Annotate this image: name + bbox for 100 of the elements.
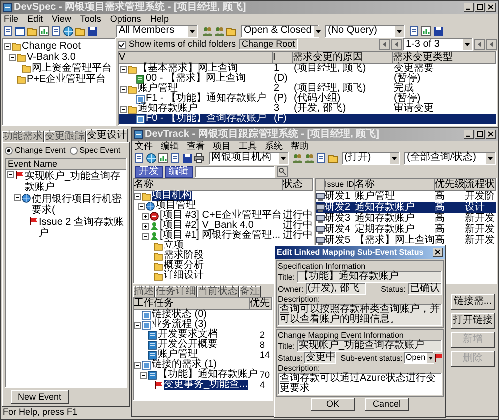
menu-item[interactable]: 编辑: [161, 141, 179, 151]
document-icon[interactable]: [3, 26, 14, 36]
menu-item[interactable]: 查看: [187, 141, 205, 151]
column-header[interactable]: 名称: [355, 179, 435, 190]
new-event-button[interactable]: New Event: [11, 390, 69, 404]
menu-item[interactable]: Options: [110, 14, 142, 24]
dialog-button[interactable]: OK: [311, 398, 355, 411]
table-row[interactable]: 【基本需求】网上查询 1 (项目经理, 顾飞) 变更需要: [119, 64, 496, 74]
tree-item[interactable]: [项目 #1] 网银行资金管理...: [160, 231, 281, 241]
menu-item[interactable]: File: [4, 14, 19, 24]
menu-item[interactable]: 文件: [135, 141, 153, 151]
document-icon[interactable]: [51, 26, 62, 36]
task-item[interactable]: 开发公开概要: [158, 340, 218, 350]
column-header[interactable]: 需求变更类型: [393, 52, 496, 63]
expand-icon[interactable]: [142, 212, 149, 220]
menu-item[interactable]: 工具: [239, 141, 257, 151]
tree-item[interactable]: 概要分析: [164, 261, 204, 271]
tab[interactable]: 当前状态: [197, 286, 239, 297]
collapse-icon[interactable]: [14, 194, 21, 201]
expand-icon[interactable]: [142, 222, 149, 230]
column-header[interactable]: 优先: [250, 298, 272, 309]
collapse-icon[interactable]: [134, 322, 141, 328]
folder-icon[interactable]: [328, 152, 339, 164]
tab[interactable]: 功能需求: [2, 131, 44, 142]
tree-item[interactable]: 需求阶段: [164, 251, 204, 261]
menu-item[interactable]: Help: [150, 14, 169, 24]
side-button[interactable]: 打开链接: [451, 313, 495, 329]
tab[interactable]: 备注: [239, 286, 261, 297]
caret-icon[interactable]: [395, 26, 404, 36]
task-item[interactable]: 链接的需求 (1): [152, 360, 217, 370]
collapse-icon[interactable]: [120, 66, 127, 72]
task-item[interactable]: 开发要求文档: [158, 330, 218, 340]
tree-item[interactable]: 项目机构: [152, 191, 192, 201]
save-icon[interactable]: [87, 26, 98, 36]
tree-item[interactable]: [项目 #2] V_Bank 4.0: [160, 221, 254, 231]
event-item[interactable]: 使用银行项目行机密要求(: [32, 194, 126, 216]
users-icon[interactable]: [214, 26, 225, 36]
collapse-icon[interactable]: [120, 86, 127, 92]
issue-row[interactable]: 研发5 【需求】网上查询高 新开发: [316, 235, 496, 246]
tab[interactable]: 描述: [133, 286, 155, 297]
chart-icon[interactable]: [39, 26, 50, 36]
column-header[interactable]: 状态: [283, 179, 313, 190]
collapse-icon[interactable]: [134, 362, 141, 368]
project-dropdown[interactable]: 网银项目机构: [208, 152, 289, 164]
caret-icon[interactable]: [426, 353, 435, 363]
dialog-button[interactable]: Cancel: [365, 398, 409, 411]
tab[interactable]: 变更设计: [86, 129, 128, 142]
description-field[interactable]: 查询可以按照存款种类查询账户，并可以查看账户的明细信息。: [278, 304, 442, 326]
radio-button[interactable]: [5, 146, 13, 154]
chart-icon[interactable]: [158, 152, 169, 164]
query-dropdown[interactable]: (No Query): [325, 24, 405, 38]
menu-item[interactable]: 系统: [265, 141, 283, 151]
collapse-icon[interactable]: [7, 171, 14, 178]
issue-row[interactable]: 研发2 通知存款账户 高 设计: [316, 202, 496, 213]
menu-item[interactable]: Edit: [28, 14, 44, 24]
document-icon[interactable]: [134, 152, 145, 164]
globe-icon[interactable]: [63, 26, 74, 36]
caret-icon[interactable]: [188, 26, 197, 36]
folder-icon[interactable]: [226, 26, 237, 36]
collapse-icon[interactable]: [9, 54, 16, 61]
collapse-icon[interactable]: [120, 106, 127, 112]
table-row[interactable]: 通知存款账户 3 (开发, 邵飞) 审请变更: [119, 104, 496, 114]
menu-item[interactable]: 项目: [213, 141, 231, 151]
column-header[interactable]: I: [273, 52, 293, 63]
tree-item[interactable]: 详细设计: [164, 271, 204, 281]
minimize-button[interactable]: [464, 130, 474, 139]
tab[interactable]: 任务详细: [155, 286, 197, 297]
action-button[interactable]: 开发: [135, 166, 163, 178]
state-dropdown[interactable]: (打开): [342, 152, 400, 164]
minimize-button[interactable]: [464, 3, 474, 12]
users-icon[interactable]: [202, 26, 213, 36]
event-item[interactable]: 实现帐户_功能查询存款账户: [25, 171, 126, 193]
column-header[interactable]: Event Name: [6, 159, 126, 170]
window-icon[interactable]: [15, 26, 26, 36]
chart-icon[interactable]: [421, 26, 432, 36]
column-header[interactable]: 名称: [134, 179, 283, 190]
caret-icon[interactable]: [278, 152, 288, 164]
column-header[interactable]: 优先级: [435, 179, 465, 190]
save-icon[interactable]: [182, 152, 193, 164]
close-button[interactable]: [486, 130, 496, 139]
table-row[interactable]: F1 - 【功能】通知存款账户 (P) (代码小组) (暂停): [119, 94, 496, 104]
radio-button[interactable]: [70, 146, 78, 154]
owner-field[interactable]: (开发), 邵飞: [306, 283, 366, 295]
column-header[interactable]: Issue ID: [325, 179, 355, 190]
document-icon[interactable]: [409, 26, 420, 36]
save-icon[interactable]: [433, 26, 444, 36]
tab[interactable]: 变更跟踪: [44, 131, 86, 142]
maximize-button[interactable]: [475, 130, 485, 139]
tree-item[interactable]: 项目管理: [156, 201, 196, 211]
caret-icon[interactable]: [463, 39, 472, 50]
menu-item[interactable]: 帮助: [291, 141, 309, 151]
tree-item[interactable]: Change Root: [22, 42, 81, 52]
page-dropdown[interactable]: 1-3 of 3: [403, 38, 473, 51]
status-field[interactable]: 变更中: [304, 352, 336, 364]
issue-row[interactable]: 研发1 账户管理 高 开发阶: [316, 191, 496, 202]
event-item[interactable]: Issue 2 查询存款账户: [39, 217, 126, 239]
tree-item[interactable]: 网上资金管理平台: [32, 64, 112, 74]
side-button[interactable]: 链接需...: [451, 294, 495, 310]
checkbox[interactable]: [118, 40, 126, 48]
caret-icon[interactable]: [314, 26, 323, 36]
